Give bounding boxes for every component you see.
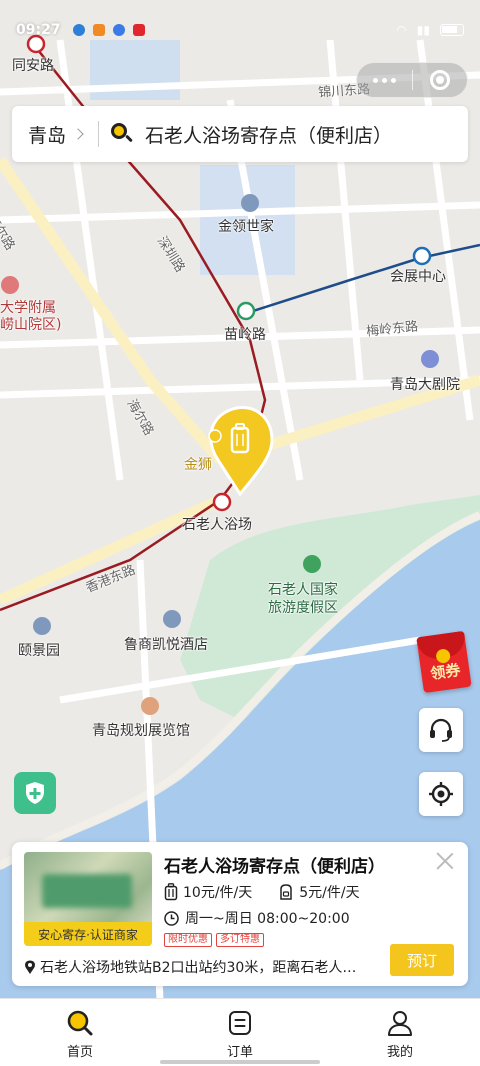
clock-icon xyxy=(164,910,179,926)
coupon-button[interactable]: 领券 xyxy=(416,630,472,694)
close-icon[interactable] xyxy=(434,850,456,872)
tab-bar: 首页 订单 我的 xyxy=(0,998,480,1066)
business-hours: 周一~周日 08:00~20:00 xyxy=(185,911,350,927)
wifi-icon: ◠ xyxy=(396,23,407,37)
map-label-yijing: 颐景园 xyxy=(18,643,60,659)
promo-tags: 限时优惠 多订特惠 xyxy=(164,933,264,947)
map-label-huizhan: 会展中心 xyxy=(390,269,446,285)
tab-orders[interactable]: 订单 xyxy=(160,999,320,1066)
shield-plus-icon xyxy=(26,782,44,804)
tab-home[interactable]: 首页 xyxy=(0,999,160,1066)
search-icon xyxy=(67,1010,93,1036)
search-bar: 青岛 石老人浴场寄存点（便利店） xyxy=(12,106,468,162)
price-large-item: 10元/件/天 xyxy=(164,882,252,902)
map-label-daju: 青岛大剧院 xyxy=(390,377,460,393)
map-label-miaoling: 苗岭路 xyxy=(224,327,266,343)
location-icon xyxy=(25,960,35,974)
price-row: 10元/件/天 5元/件/天 xyxy=(164,882,386,902)
tab-mine[interactable]: 我的 xyxy=(320,999,480,1066)
search-input[interactable]: 石老人浴场寄存点（便利店） xyxy=(145,121,392,148)
app-icon-1 xyxy=(72,24,85,36)
headset-icon xyxy=(430,718,452,742)
taobao-icon xyxy=(92,24,105,36)
customer-service-button[interactable] xyxy=(419,708,463,752)
price-small-item: 5元/件/天 xyxy=(278,882,360,902)
address-row: 石老人浴场地铁站B2口出站约30米，距离石老人… xyxy=(24,957,380,977)
store-title: 石老人浴场寄存点（便利店） xyxy=(164,857,385,877)
battery-icon xyxy=(440,24,464,36)
order-icon xyxy=(229,1011,251,1035)
tab-mine-label: 我的 xyxy=(386,1045,413,1060)
signal-icon: ▮▮ xyxy=(416,23,430,37)
tag-multi: 多订特惠 xyxy=(216,933,264,947)
map-label-hospital: 大学附属 崂山院区) xyxy=(0,300,62,333)
tag-limited: 限时优惠 xyxy=(164,933,212,947)
search-icon xyxy=(111,123,133,145)
app-icon-4 xyxy=(132,24,145,36)
home-indicator xyxy=(160,1060,320,1064)
store-thumbnail: 安心寄存·认证商家 xyxy=(24,852,152,946)
status-bar: 09:27 ◠ ▮▮ xyxy=(0,18,480,42)
app-icon-3 xyxy=(112,24,125,36)
backpack-icon xyxy=(280,884,292,900)
suitcase-icon xyxy=(164,883,178,901)
certified-badge: 安心寄存·认证商家 xyxy=(24,922,152,946)
search-divider xyxy=(98,121,100,147)
mini-program-capsule xyxy=(356,62,468,98)
map-label-resort: 石老人国家 旅游度假区 xyxy=(268,582,338,616)
map-label-shilaoren: 石老人浴场 xyxy=(182,517,252,533)
store-card[interactable]: 安心寄存·认证商家 石老人浴场寄存点（便利店） 10元/件/天 5元/件/天 周… xyxy=(12,842,468,986)
price-small: 5元/件/天 xyxy=(299,885,360,901)
city-selector[interactable]: 青岛 xyxy=(12,121,84,148)
map-label-guihua: 青岛规划展览馆 xyxy=(92,723,190,739)
price-large: 10元/件/天 xyxy=(183,885,253,901)
close-mini-program-button[interactable] xyxy=(412,63,467,97)
status-app-icons xyxy=(72,24,145,36)
tab-orders-label: 订单 xyxy=(226,1045,253,1060)
map-label-jinshi: 金狮 xyxy=(184,457,212,473)
more-dots-icon[interactable] xyxy=(357,63,412,97)
status-time: 09:27 xyxy=(16,22,61,38)
tab-home-label: 首页 xyxy=(66,1045,93,1060)
locate-icon xyxy=(429,782,453,806)
city-label: 青岛 xyxy=(28,124,67,147)
book-button[interactable]: 预订 xyxy=(390,944,454,976)
map-label-jinling: 金领世家 xyxy=(218,219,274,235)
chevron-right-icon xyxy=(72,128,84,140)
coupon-label: 领券 xyxy=(429,660,462,683)
status-right: ◠ ▮▮ xyxy=(396,23,464,37)
store-address: 石老人浴场地铁站B2口出站约30米，距离石老人… xyxy=(40,960,357,976)
map-label-tongan: 同安路 xyxy=(12,58,54,74)
target-ring-icon xyxy=(429,70,450,90)
locate-button[interactable] xyxy=(419,772,463,816)
safety-button[interactable] xyxy=(14,772,56,814)
hours-row: 周一~周日 08:00~20:00 xyxy=(164,908,350,928)
user-icon xyxy=(388,1011,412,1036)
map-label-lushang: 鲁商凯悦酒店 xyxy=(124,637,208,653)
